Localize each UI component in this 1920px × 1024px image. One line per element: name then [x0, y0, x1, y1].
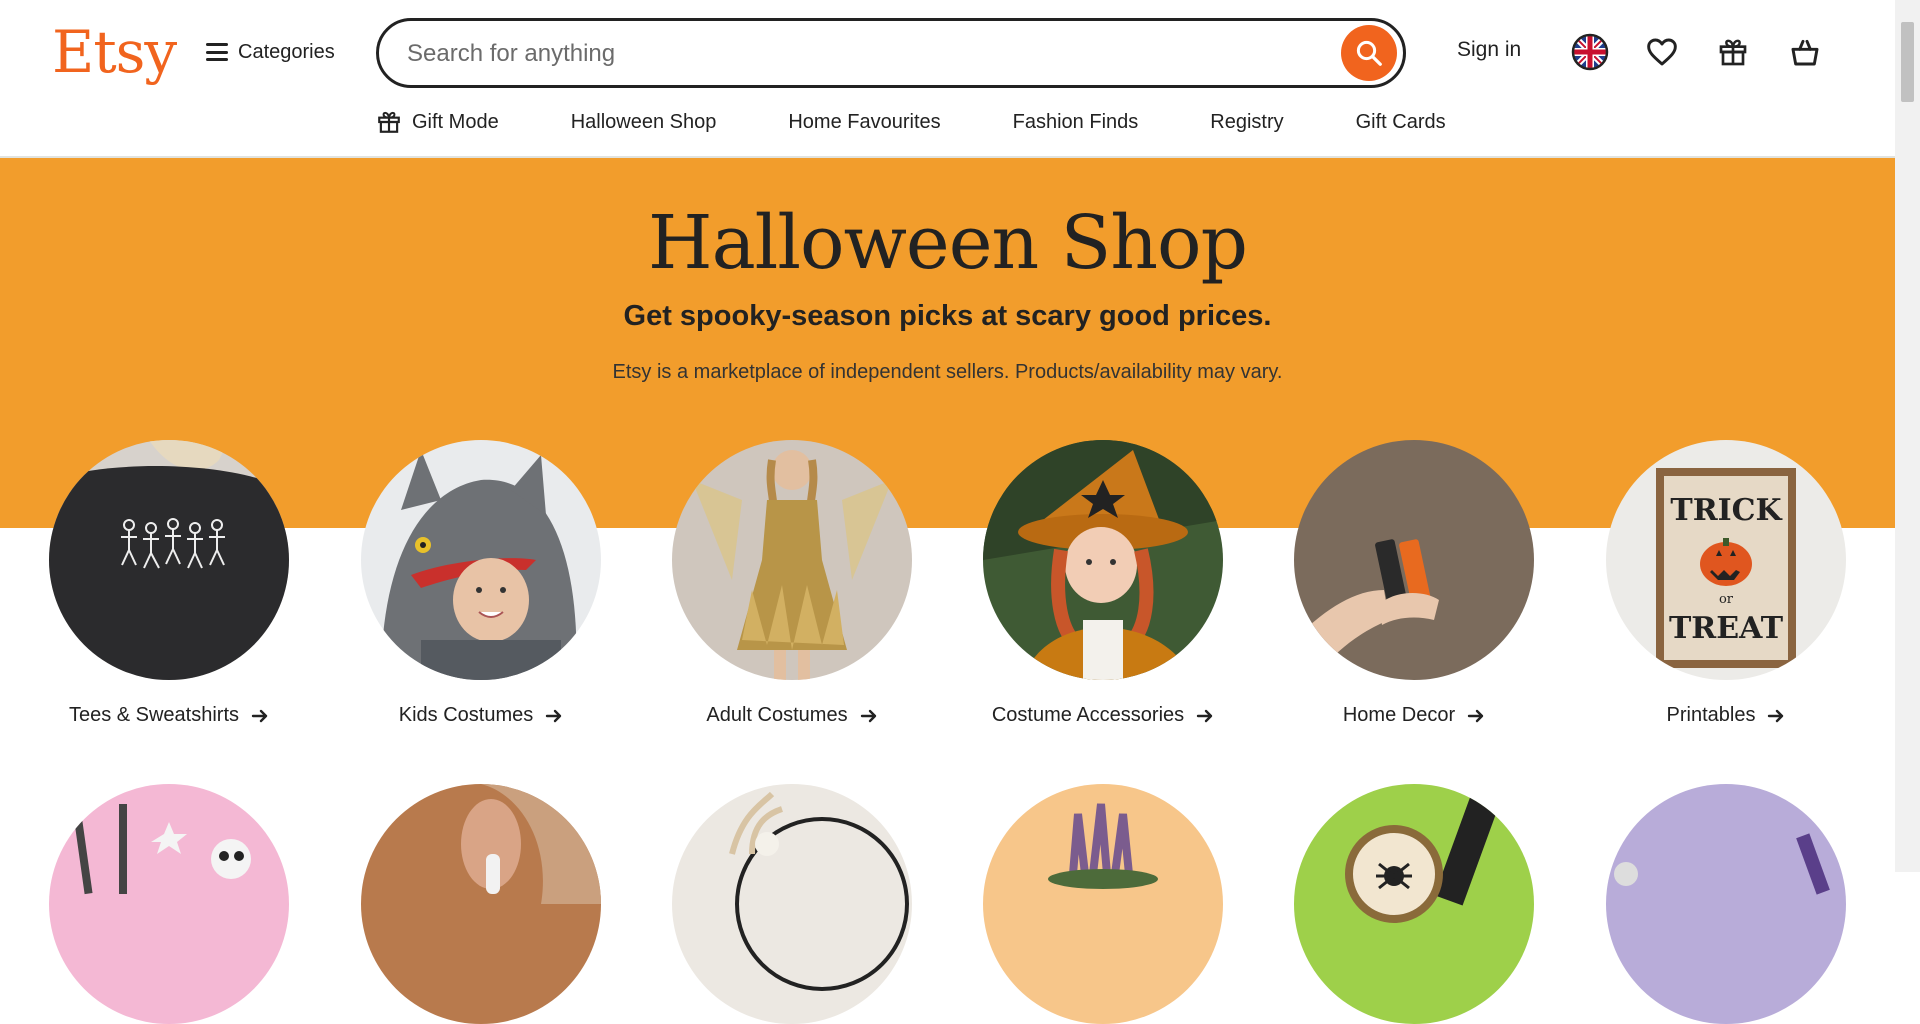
category-image-row2-4[interactable] [983, 784, 1223, 1024]
gift-icon [378, 111, 400, 133]
search-icon [1356, 40, 1382, 66]
subnav-home-favourites[interactable]: Home Favourites [788, 111, 940, 134]
category-image-row2-3[interactable] [672, 784, 912, 1024]
subnav-halloween-shop[interactable]: Halloween Shop [571, 111, 717, 134]
category-link[interactable]: Adult Costumes [672, 704, 912, 727]
search-bar [376, 18, 1406, 88]
uk-flag-icon [1571, 33, 1609, 71]
page-scrollbar[interactable] [1895, 0, 1920, 872]
arrow-right-icon [545, 708, 563, 724]
subnav-gift-cards[interactable]: Gift Cards [1356, 111, 1446, 134]
site-header: Etsy Categories Sign in [0, 0, 1895, 158]
sub-navigation: Gift Mode Halloween Shop Home Favourites… [376, 104, 1446, 140]
arrow-right-icon [251, 708, 269, 724]
category-printables[interactable]: TRICK or TREAT Printables [1606, 440, 1846, 727]
subnav-label: Gift Mode [412, 110, 499, 133]
category-image [361, 440, 601, 680]
basket-icon [1791, 39, 1819, 66]
gift-icon [1719, 39, 1747, 66]
category-image [983, 440, 1223, 680]
hero-disclaimer: Etsy is a marketplace of independent sel… [612, 361, 1283, 383]
category-link[interactable]: Home Decor [1294, 704, 1534, 727]
category-label: Tees & Sweatshirts [68, 704, 240, 726]
category-image-row2-1[interactable] [49, 784, 289, 1024]
heart-icon [1647, 38, 1677, 66]
category-image [672, 440, 912, 680]
category-label: Home Decor [1342, 704, 1456, 726]
arrow-right-icon [860, 708, 878, 724]
cart-button[interactable] [1785, 32, 1825, 72]
subnav-fashion-finds[interactable]: Fashion Finds [1013, 111, 1139, 134]
category-home-decor[interactable]: Home Decor [1294, 440, 1534, 727]
sign-in-link[interactable]: Sign in [1457, 38, 1521, 62]
favourites-button[interactable] [1642, 32, 1682, 72]
category-image-row2-5[interactable] [1294, 784, 1534, 1024]
etsy-logo[interactable]: Etsy [52, 14, 177, 90]
category-image: TRICK or TREAT [1606, 440, 1846, 680]
category-link[interactable]: Tees & Sweatshirts [49, 704, 289, 727]
page-title: Halloween Shop [648, 200, 1248, 286]
category-kids-costumes[interactable]: Kids Costumes [361, 440, 601, 727]
subnav-gift-mode[interactable]: Gift Mode [376, 109, 499, 135]
category-link[interactable]: Costume Accessories [983, 704, 1223, 727]
subnav-registry[interactable]: Registry [1210, 111, 1283, 134]
categories-label: Categories [238, 40, 335, 63]
region-selector[interactable] [1570, 32, 1610, 72]
category-costume-accessories[interactable]: Costume Accessories [983, 440, 1223, 727]
hero-subtitle: Get spooky-season picks at scary good pr… [623, 300, 1272, 332]
menu-icon [206, 43, 228, 61]
categories-button[interactable]: Categories [206, 32, 335, 72]
category-link[interactable]: Kids Costumes [361, 704, 601, 727]
arrow-right-icon [1467, 708, 1485, 724]
category-adult-costumes[interactable]: Adult Costumes [672, 440, 912, 727]
category-link[interactable]: Printables [1606, 704, 1846, 727]
category-image [49, 440, 289, 680]
sign-text-trick: TRICK [1670, 493, 1782, 528]
gift-button[interactable] [1713, 32, 1753, 72]
search-button[interactable] [1341, 25, 1397, 81]
category-label: Costume Accessories [991, 704, 1185, 726]
search-input[interactable] [405, 31, 1289, 77]
scrollbar-thumb[interactable] [1901, 22, 1914, 102]
category-label: Printables [1666, 704, 1756, 726]
category-label: Kids Costumes [398, 704, 534, 726]
sign-text-treat: TREAT [1669, 611, 1784, 646]
category-image-row2-2[interactable] [361, 784, 601, 1024]
category-label: Adult Costumes [706, 704, 848, 726]
arrow-right-icon [1196, 708, 1214, 724]
sign-text-or: or [1719, 592, 1734, 607]
category-image [1294, 440, 1534, 680]
arrow-right-icon [1767, 708, 1785, 724]
category-image-row2-6[interactable] [1606, 784, 1846, 1024]
category-tees-sweatshirts[interactable]: Tees & Sweatshirts [49, 440, 289, 727]
